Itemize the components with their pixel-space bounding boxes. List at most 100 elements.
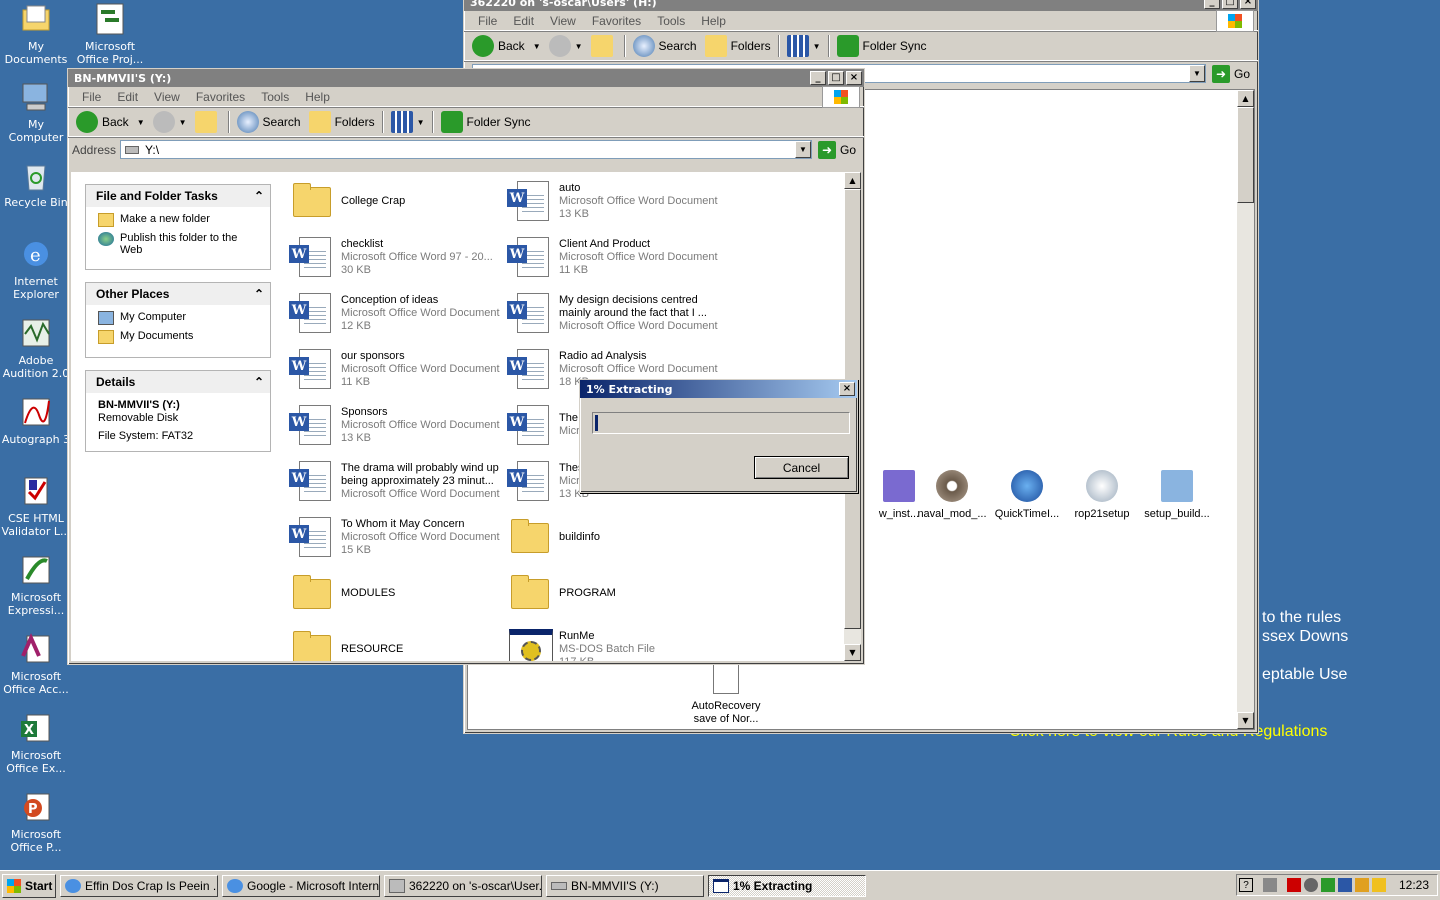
panel-header[interactable]: Details ⌃	[86, 371, 270, 393]
desktop-icon-ms-project[interactable]: Microsoft Office Proj...	[74, 2, 146, 66]
scroll-thumb[interactable]	[1237, 107, 1254, 203]
explorer-window-y-drive[interactable]: BN-MMVII'S (Y:) _ □ × File Edit View Fav…	[67, 68, 865, 665]
file-item[interactable]: RunMeMS-DOS Batch File117 KB	[507, 622, 723, 661]
minimize-button[interactable]: _	[810, 71, 826, 85]
maximize-button[interactable]: □	[828, 71, 844, 85]
title-bar[interactable]: BN-MMVII'S (Y:) _ □ ×	[68, 69, 864, 87]
desktop-icon-autograph[interactable]: Autograph 3	[0, 395, 72, 446]
close-button[interactable]: ×	[839, 382, 855, 396]
menu-tools[interactable]: Tools	[649, 14, 693, 28]
back-button[interactable]: Back ▼	[468, 33, 545, 59]
menu-view[interactable]: View	[542, 14, 584, 28]
panel-header[interactable]: File and Folder Tasks ⌃	[86, 185, 270, 207]
dropdown-arrow-icon[interactable]: ▼	[794, 141, 811, 158]
file-item[interactable]: rop21setup	[1064, 470, 1140, 521]
up-button[interactable]	[191, 109, 225, 135]
up-button[interactable]	[587, 33, 621, 59]
menu-help[interactable]: Help	[297, 90, 338, 104]
taskbar-button-y-drive[interactable]: BN-MMVII'S (Y:)	[546, 874, 704, 897]
folder-sync-button[interactable]: Folder Sync	[437, 109, 535, 135]
search-button[interactable]: Search	[629, 33, 701, 59]
desktop-icon-recycle-bin[interactable]: Recycle Bin	[0, 158, 72, 209]
menu-file[interactable]: File	[470, 14, 505, 28]
menu-edit[interactable]: Edit	[109, 90, 146, 104]
file-item[interactable]: W My design decisions centred mainly arou…	[507, 286, 723, 340]
publish-folder-link[interactable]: Publish this folder to the Web	[98, 232, 262, 256]
extracting-dialog[interactable]: 1% Extracting × Cancel	[579, 379, 858, 493]
antivirus-icon[interactable]	[1303, 878, 1318, 892]
file-item[interactable]: QuickTimeI...	[989, 470, 1065, 521]
display-icon[interactable]	[1337, 878, 1352, 892]
file-item[interactable]: W The drama will probably wind up being a…	[289, 454, 505, 508]
folders-button[interactable]: Folders	[701, 33, 775, 59]
file-item[interactable]: naval_mod_...	[914, 470, 990, 521]
menu-help[interactable]: Help	[693, 14, 734, 28]
file-item[interactable]: W Sponsors Microsoft Office Word Document 1…	[289, 398, 505, 452]
file-item[interactable]: PROGRAM	[507, 566, 723, 620]
tool-icon[interactable]	[1354, 878, 1369, 892]
help-icon[interactable]: ?	[1238, 878, 1253, 892]
taskbar-button-ie-dos[interactable]: Effin Dos Crap Is Peein ...	[60, 874, 218, 897]
menu-tools[interactable]: Tools	[253, 90, 297, 104]
file-item[interactable]: Wchecklist Microsoft Office Word 97 - 20.…	[289, 230, 505, 284]
menu-favorites[interactable]: Favorites	[188, 90, 253, 104]
maximize-button[interactable]: □	[1222, 0, 1238, 9]
vertical-scrollbar[interactable]: ▲ ▼	[1237, 90, 1254, 729]
file-item[interactable]: MODULES	[289, 566, 505, 620]
file-item[interactable]: setup_build...	[1139, 470, 1215, 521]
scroll-up-button[interactable]: ▲	[844, 172, 861, 189]
my-computer-link[interactable]: My Computer	[98, 311, 262, 325]
pencil-icon[interactable]	[1371, 878, 1386, 892]
file-item[interactable]: Wauto Microsoft Office Word Document 13 KB	[507, 174, 723, 228]
desktop-icon-ms-access[interactable]: Microsoft Office Acc...	[0, 632, 72, 696]
close-button[interactable]: ×	[1240, 0, 1256, 9]
desktop-icon-my-documents[interactable]: My Documents	[0, 2, 72, 66]
desktop-icon-ms-powerpoint[interactable]: P Microsoft Office P...	[0, 790, 72, 854]
dialog-title-bar[interactable]: 1% Extracting ×	[580, 380, 857, 398]
file-item[interactable]: Wour sponsors Microsoft Office Word Docum…	[289, 342, 505, 396]
file-item[interactable]: W Conception of ideas Microsoft Office Wor…	[289, 286, 505, 340]
close-button[interactable]: ×	[846, 71, 862, 85]
file-item[interactable]: buildinfo	[507, 510, 723, 564]
make-new-folder-link[interactable]: Make a new folder	[98, 213, 262, 227]
start-button[interactable]: Start	[2, 873, 56, 898]
go-button[interactable]: ➜ Go	[1211, 64, 1250, 83]
collapse-chevron-icon[interactable]: ⌃	[254, 287, 264, 301]
desktop-icon-internet-explorer[interactable]: e Internet Explorer	[0, 237, 72, 301]
forward-button[interactable]: ▼	[149, 109, 191, 135]
desktop-icon-html-validator[interactable]: CSE HTML Validator L...	[0, 474, 72, 538]
my-documents-link[interactable]: My Documents	[98, 330, 262, 344]
cancel-button[interactable]: Cancel	[754, 456, 849, 479]
taskbar-button-extracting[interactable]: 1% Extracting	[708, 874, 866, 897]
views-button[interactable]: ▼	[387, 109, 429, 135]
address-field[interactable]: Y:\ ▼	[120, 140, 812, 159]
folder-sync-button[interactable]: Folder Sync	[833, 33, 931, 59]
file-item[interactable]: AutoRecovery save of Nor...	[688, 662, 764, 726]
file-item[interactable]: W To Whom it May Concern Microsoft Office …	[289, 510, 505, 564]
menu-favorites[interactable]: Favorites	[584, 14, 649, 28]
scroll-down-button[interactable]: ▼	[844, 644, 861, 661]
volume-icon[interactable]	[1286, 878, 1301, 892]
scroll-down-button[interactable]: ▼	[1237, 712, 1254, 729]
collapse-chevron-icon[interactable]: ⌃	[254, 375, 264, 389]
title-bar[interactable]: 362220 on 's-oscar\Users' (H:) _ □ ×	[464, 0, 1258, 11]
file-item[interactable]: W Client And Product Microsoft Office Word…	[507, 230, 723, 284]
menu-file[interactable]: File	[74, 90, 109, 104]
taskbar-button-google[interactable]: Google - Microsoft Intern...	[222, 874, 380, 897]
file-item[interactable]: College Crap	[289, 174, 505, 228]
minimize-button[interactable]: _	[1204, 0, 1220, 9]
folders-button[interactable]: Folders	[305, 109, 379, 135]
sync-tray-icon[interactable]	[1320, 878, 1335, 892]
menu-edit[interactable]: Edit	[505, 14, 542, 28]
go-button[interactable]: ➜ Go	[817, 140, 856, 159]
forward-button[interactable]: ▼	[545, 33, 587, 59]
clock[interactable]: 12:23	[1399, 878, 1429, 892]
dropdown-arrow-icon[interactable]: ▼	[1188, 65, 1205, 82]
desktop-icon-adobe-audition[interactable]: Adobe Audition 2.0	[0, 316, 72, 380]
views-button[interactable]: ▼	[783, 33, 825, 59]
file-item[interactable]: RESOURCE	[289, 622, 505, 661]
network-icon[interactable]	[1262, 878, 1277, 892]
search-button[interactable]: Search	[233, 109, 305, 135]
desktop-icon-my-computer[interactable]: My Computer	[0, 80, 72, 144]
taskbar-button-users-drive[interactable]: 362220 on 's-oscar\User...	[384, 874, 542, 897]
